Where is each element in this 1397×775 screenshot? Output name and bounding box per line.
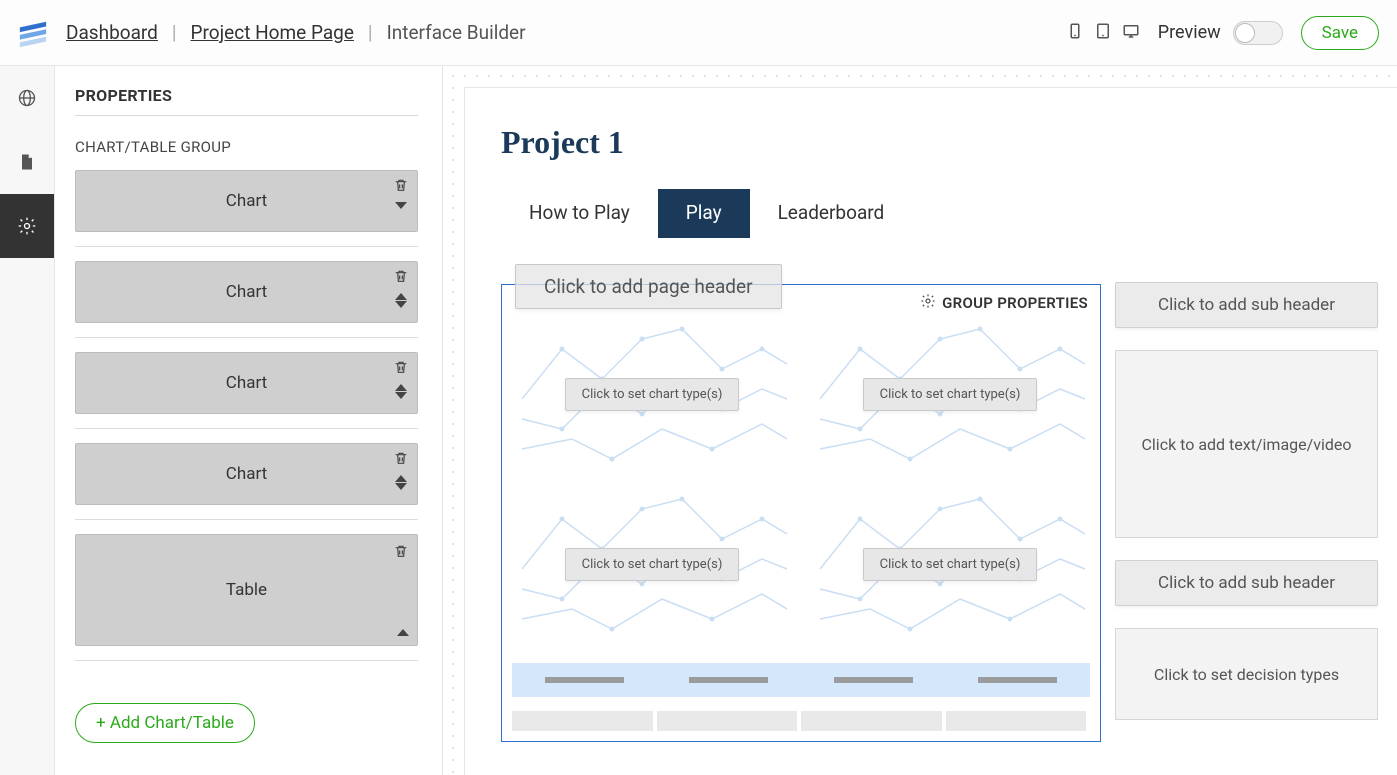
add-chart-table-button[interactable]: + Add Chart/Table <box>75 703 255 743</box>
logo-icon <box>18 18 48 48</box>
prop-item-label: Chart <box>226 191 267 211</box>
canvas-area: Project 1 How to Play Play Leaderboard C… <box>443 66 1397 775</box>
tab-play[interactable]: Play <box>658 189 750 238</box>
properties-title: PROPERTIES <box>75 86 418 116</box>
move-up-icon[interactable] <box>397 629 409 636</box>
sub-header-placeholder-1[interactable]: Click to add sub header <box>1115 560 1378 606</box>
breadcrumb-separator: | <box>368 21 373 44</box>
move-down-icon[interactable] <box>395 483 407 490</box>
page-header-placeholder[interactable]: Click to add page header <box>515 264 782 309</box>
properties-subtitle: CHART/TABLE GROUP <box>75 138 418 156</box>
page-card: Project 1 How to Play Play Leaderboard C… <box>465 88 1397 775</box>
move-up-icon[interactable] <box>395 293 407 300</box>
rail-document[interactable] <box>0 130 54 194</box>
preview-label: Preview <box>1158 22 1221 43</box>
move-up-icon[interactable] <box>395 475 407 482</box>
breadcrumb-current: Interface Builder <box>387 21 526 44</box>
prop-item-label: Chart <box>226 282 267 302</box>
project-title: Project 1 <box>501 124 1397 161</box>
tabs-row: How to Play Play Leaderboard <box>501 189 1397 238</box>
chart-placeholder-1[interactable]: Click to set chart type(s) <box>810 319 1090 469</box>
group-properties-label[interactable]: GROUP PROPERTIES <box>920 293 1088 313</box>
breadcrumb-dashboard[interactable]: Dashboard <box>66 21 158 44</box>
group-box[interactable]: GROUP PROPERTIES Click to set chart type… <box>501 284 1101 742</box>
prop-item-chart-3[interactable]: Chart <box>75 443 418 505</box>
sub-header-placeholder-0[interactable]: Click to add sub header <box>1115 282 1378 328</box>
set-chart-button[interactable]: Click to set chart type(s) <box>863 548 1038 581</box>
save-button[interactable]: Save <box>1301 16 1379 50</box>
set-chart-button[interactable]: Click to set chart type(s) <box>565 378 740 411</box>
set-chart-button[interactable]: Click to set chart type(s) <box>565 548 740 581</box>
trash-icon[interactable] <box>393 359 409 380</box>
text-image-video-placeholder[interactable]: Click to add text/image/video <box>1115 350 1378 538</box>
chart-placeholder-2[interactable]: Click to set chart type(s) <box>512 489 792 639</box>
desktop-icon[interactable] <box>1122 22 1140 44</box>
set-chart-button[interactable]: Click to set chart type(s) <box>863 378 1038 411</box>
move-down-icon[interactable] <box>395 202 407 209</box>
properties-panel: PROPERTIES CHART/TABLE GROUP Chart Chart <box>55 66 443 775</box>
tab-leaderboard[interactable]: Leaderboard <box>750 189 913 238</box>
gear-icon <box>920 293 936 313</box>
decision-types-placeholder[interactable]: Click to set decision types <box>1115 628 1378 720</box>
trash-icon[interactable] <box>393 543 409 564</box>
prop-item-label: Chart <box>226 464 267 484</box>
prop-item-chart-2[interactable]: Chart <box>75 352 418 414</box>
rail-settings[interactable] <box>0 194 54 258</box>
breadcrumb-project-home[interactable]: Project Home Page <box>191 21 354 44</box>
device-switcher <box>1066 22 1140 44</box>
tablet-icon[interactable] <box>1094 22 1112 44</box>
table-placeholder[interactable] <box>512 663 1090 731</box>
breadcrumb: Dashboard | Project Home Page | Interfac… <box>66 21 526 44</box>
chart-placeholder-3[interactable]: Click to set chart type(s) <box>810 489 1090 639</box>
prop-item-chart-0[interactable]: Chart <box>75 170 418 232</box>
breadcrumb-separator: | <box>172 21 177 44</box>
move-down-icon[interactable] <box>395 392 407 399</box>
trash-icon[interactable] <box>393 268 409 289</box>
left-rail <box>0 66 55 775</box>
prop-item-label: Chart <box>226 373 267 393</box>
mobile-icon[interactable] <box>1066 22 1084 44</box>
chart-placeholder-0[interactable]: Click to set chart type(s) <box>512 319 792 469</box>
move-up-icon[interactable] <box>395 384 407 391</box>
prop-item-table[interactable]: Table <box>75 534 418 646</box>
prop-item-chart-1[interactable]: Chart <box>75 261 418 323</box>
rail-globe[interactable] <box>0 66 54 130</box>
side-column: Click to add sub header Click to add tex… <box>1115 282 1378 720</box>
move-down-icon[interactable] <box>395 301 407 308</box>
tab-how-to-play[interactable]: How to Play <box>501 189 658 238</box>
prop-item-label: Table <box>226 580 267 600</box>
trash-icon[interactable] <box>393 450 409 471</box>
preview-toggle[interactable] <box>1233 21 1283 45</box>
top-header: Dashboard | Project Home Page | Interfac… <box>0 0 1397 66</box>
trash-icon[interactable] <box>393 177 409 198</box>
